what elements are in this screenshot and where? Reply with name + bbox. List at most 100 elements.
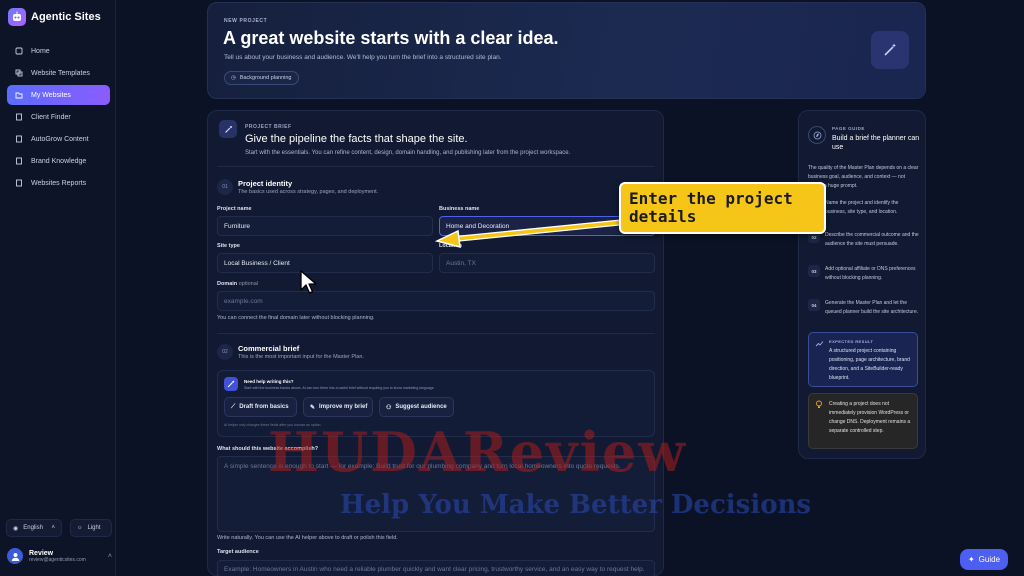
brief-subtitle: Start with the essentials. You can refin… — [245, 150, 571, 156]
divider — [217, 333, 655, 334]
button-label: Improve my brief — [319, 404, 368, 410]
brief-title: Give the pipeline the facts that shape t… — [245, 133, 468, 145]
step-text: Add optional affiliate or DNS preference… — [825, 266, 916, 281]
warning-note: Creating a project does not immediately … — [808, 393, 918, 449]
location-label: Location — [439, 243, 462, 249]
page-title: A great website starts with a clear idea… — [223, 28, 559, 48]
domain-field[interactable]: example.com — [217, 291, 655, 311]
sidebar-item-autogrow-content[interactable]: AutoGrow Content — [7, 129, 110, 149]
expected-result-box: EXPECTED RESULT A structured project con… — [808, 332, 918, 387]
chevron-up-icon: ˄ — [51, 525, 55, 531]
draft-from-basics-button[interactable]: ⟋ Draft from basics — [224, 397, 297, 417]
guide-step: 04 Generate the Master Plan and let the … — [808, 299, 920, 317]
site-type-select[interactable]: Local Business / Client — [217, 253, 433, 273]
hero-eyebrow: NEW PROJECT — [224, 18, 268, 24]
section-number: 01 — [217, 179, 233, 195]
section-subtitle: This is the most important input for the… — [238, 354, 364, 360]
trend-up-icon — [815, 341, 824, 347]
user-name: Review — [29, 549, 54, 557]
pencil-icon: ✎ — [310, 404, 316, 411]
sidebar-item-websites-reports[interactable]: Websites Reports — [7, 173, 110, 193]
guide-step: 03 Add optional affiliate or DNS prefere… — [808, 265, 920, 283]
magic-wand-icon — [871, 31, 909, 69]
warning-text: Creating a project does not immediately … — [829, 401, 911, 434]
optional-tag: optional — [238, 281, 258, 287]
hero-banner: NEW PROJECT A great website starts with … — [207, 2, 926, 99]
sidebar-item-brand-knowledge[interactable]: Brand Knowledge — [7, 151, 110, 171]
brand[interactable]: Agentic Sites — [8, 8, 101, 26]
step-text: Name the project and identify the busine… — [825, 200, 899, 215]
sidebar-item-label: Client Finder — [31, 113, 71, 121]
guide-button-label: Guide — [978, 555, 1001, 564]
step-number: 03 — [808, 265, 820, 277]
sun-icon: ☼ — [77, 525, 83, 531]
background-planning-chip: ◷ Background planning — [224, 71, 299, 85]
watermark-tagline: Help You Make Better Decisions — [340, 490, 812, 520]
brand-name: Agentic Sites — [31, 11, 101, 23]
user-menu[interactable]: Review review@agenticsites.com ˄ — [7, 548, 112, 564]
users-icon: ⚇ — [386, 404, 392, 411]
avatar — [7, 548, 23, 564]
guide-step: 02 Describe the commercial outcome and t… — [808, 231, 920, 249]
button-label: Suggest audience — [395, 404, 447, 410]
business-name-label: Business name — [439, 206, 480, 212]
chevron-up-icon: ˄ — [107, 552, 112, 560]
target-audience-field[interactable]: Example: Homeowners in Austin who need a… — [217, 560, 655, 576]
site-type-label: Site type — [217, 243, 240, 249]
project-name-field[interactable]: Furniture — [217, 216, 433, 236]
annotation-callout: Enter the project details — [619, 182, 826, 234]
document-icon — [15, 157, 23, 165]
improve-brief-button[interactable]: ✎ Improve my brief — [303, 397, 373, 417]
sidebar-item-label: Home — [31, 47, 50, 55]
compass-icon — [808, 126, 826, 144]
language-value: English — [23, 525, 43, 531]
sidebar-item-label: Brand Knowledge — [31, 157, 87, 165]
domain-hint: You can connect the final domain later w… — [217, 315, 375, 321]
button-label: Draft from basics — [239, 404, 289, 410]
guide-title: Build a brief the planner can use — [832, 135, 920, 151]
section-subtitle: The basics used across strategy, pages, … — [238, 189, 379, 195]
magic-wand-icon — [224, 377, 238, 391]
document-icon — [15, 113, 23, 121]
mouse-cursor-icon — [300, 270, 317, 294]
hero-subtitle: Tell us about your business and audience… — [224, 54, 502, 61]
step-number: 04 — [808, 299, 820, 311]
sidebar-preferences: ◉ English ˄ ☼ Light — [6, 519, 112, 537]
accomplish-hint: Write naturally. You can use the AI help… — [217, 535, 398, 541]
ai-helper-title: Need help writing this? — [244, 379, 294, 384]
suggest-audience-button[interactable]: ⚇ Suggest audience — [379, 397, 454, 417]
section-title-identity: Project identity — [238, 179, 293, 188]
watermark-title: HUDAReview — [268, 420, 687, 484]
brief-eyebrow: PROJECT BRIEF — [245, 124, 292, 130]
folder-icon — [15, 91, 23, 99]
sidebar-item-label: Website Templates — [31, 69, 90, 77]
templates-icon — [15, 69, 23, 77]
sidebar-item-label: My Websites — [31, 91, 71, 99]
domain-label: Domain optional — [217, 281, 258, 287]
lightbulb-icon — [816, 400, 822, 408]
expected-eyebrow: EXPECTED RESULT — [829, 339, 874, 344]
sidebar-item-website-templates[interactable]: Website Templates — [7, 63, 110, 83]
theme-toggle[interactable]: ☼ Light — [70, 519, 112, 537]
user-email: review@agenticsites.com — [29, 556, 86, 563]
wand-icon: ⟋ — [231, 403, 236, 410]
sidebar-item-client-finder[interactable]: Client Finder — [7, 107, 110, 127]
step-text: Describe the commercial outcome and the … — [825, 232, 919, 247]
home-icon — [15, 47, 23, 55]
section-number: 02 — [217, 344, 233, 360]
sidebar-item-label: AutoGrow Content — [31, 135, 89, 143]
location-field[interactable]: Austin, TX — [439, 253, 655, 273]
language-select[interactable]: ◉ English ˄ — [6, 519, 62, 537]
document-icon — [15, 135, 23, 143]
section-title-commercial: Commercial brief — [238, 344, 300, 353]
globe-icon: ◉ — [13, 525, 19, 532]
expected-text: A structured project containing position… — [829, 348, 910, 381]
guide-button[interactable]: ✦ Guide — [960, 549, 1008, 570]
sidebar-item-home[interactable]: Home — [7, 41, 110, 61]
target-audience-label: Target audience — [217, 549, 259, 555]
magic-wand-icon — [219, 120, 237, 138]
project-name-label: Project name — [217, 206, 252, 212]
sidebar-item-my-websites[interactable]: My Websites — [7, 85, 110, 105]
document-icon — [15, 179, 23, 187]
robot-logo-icon — [8, 8, 26, 26]
